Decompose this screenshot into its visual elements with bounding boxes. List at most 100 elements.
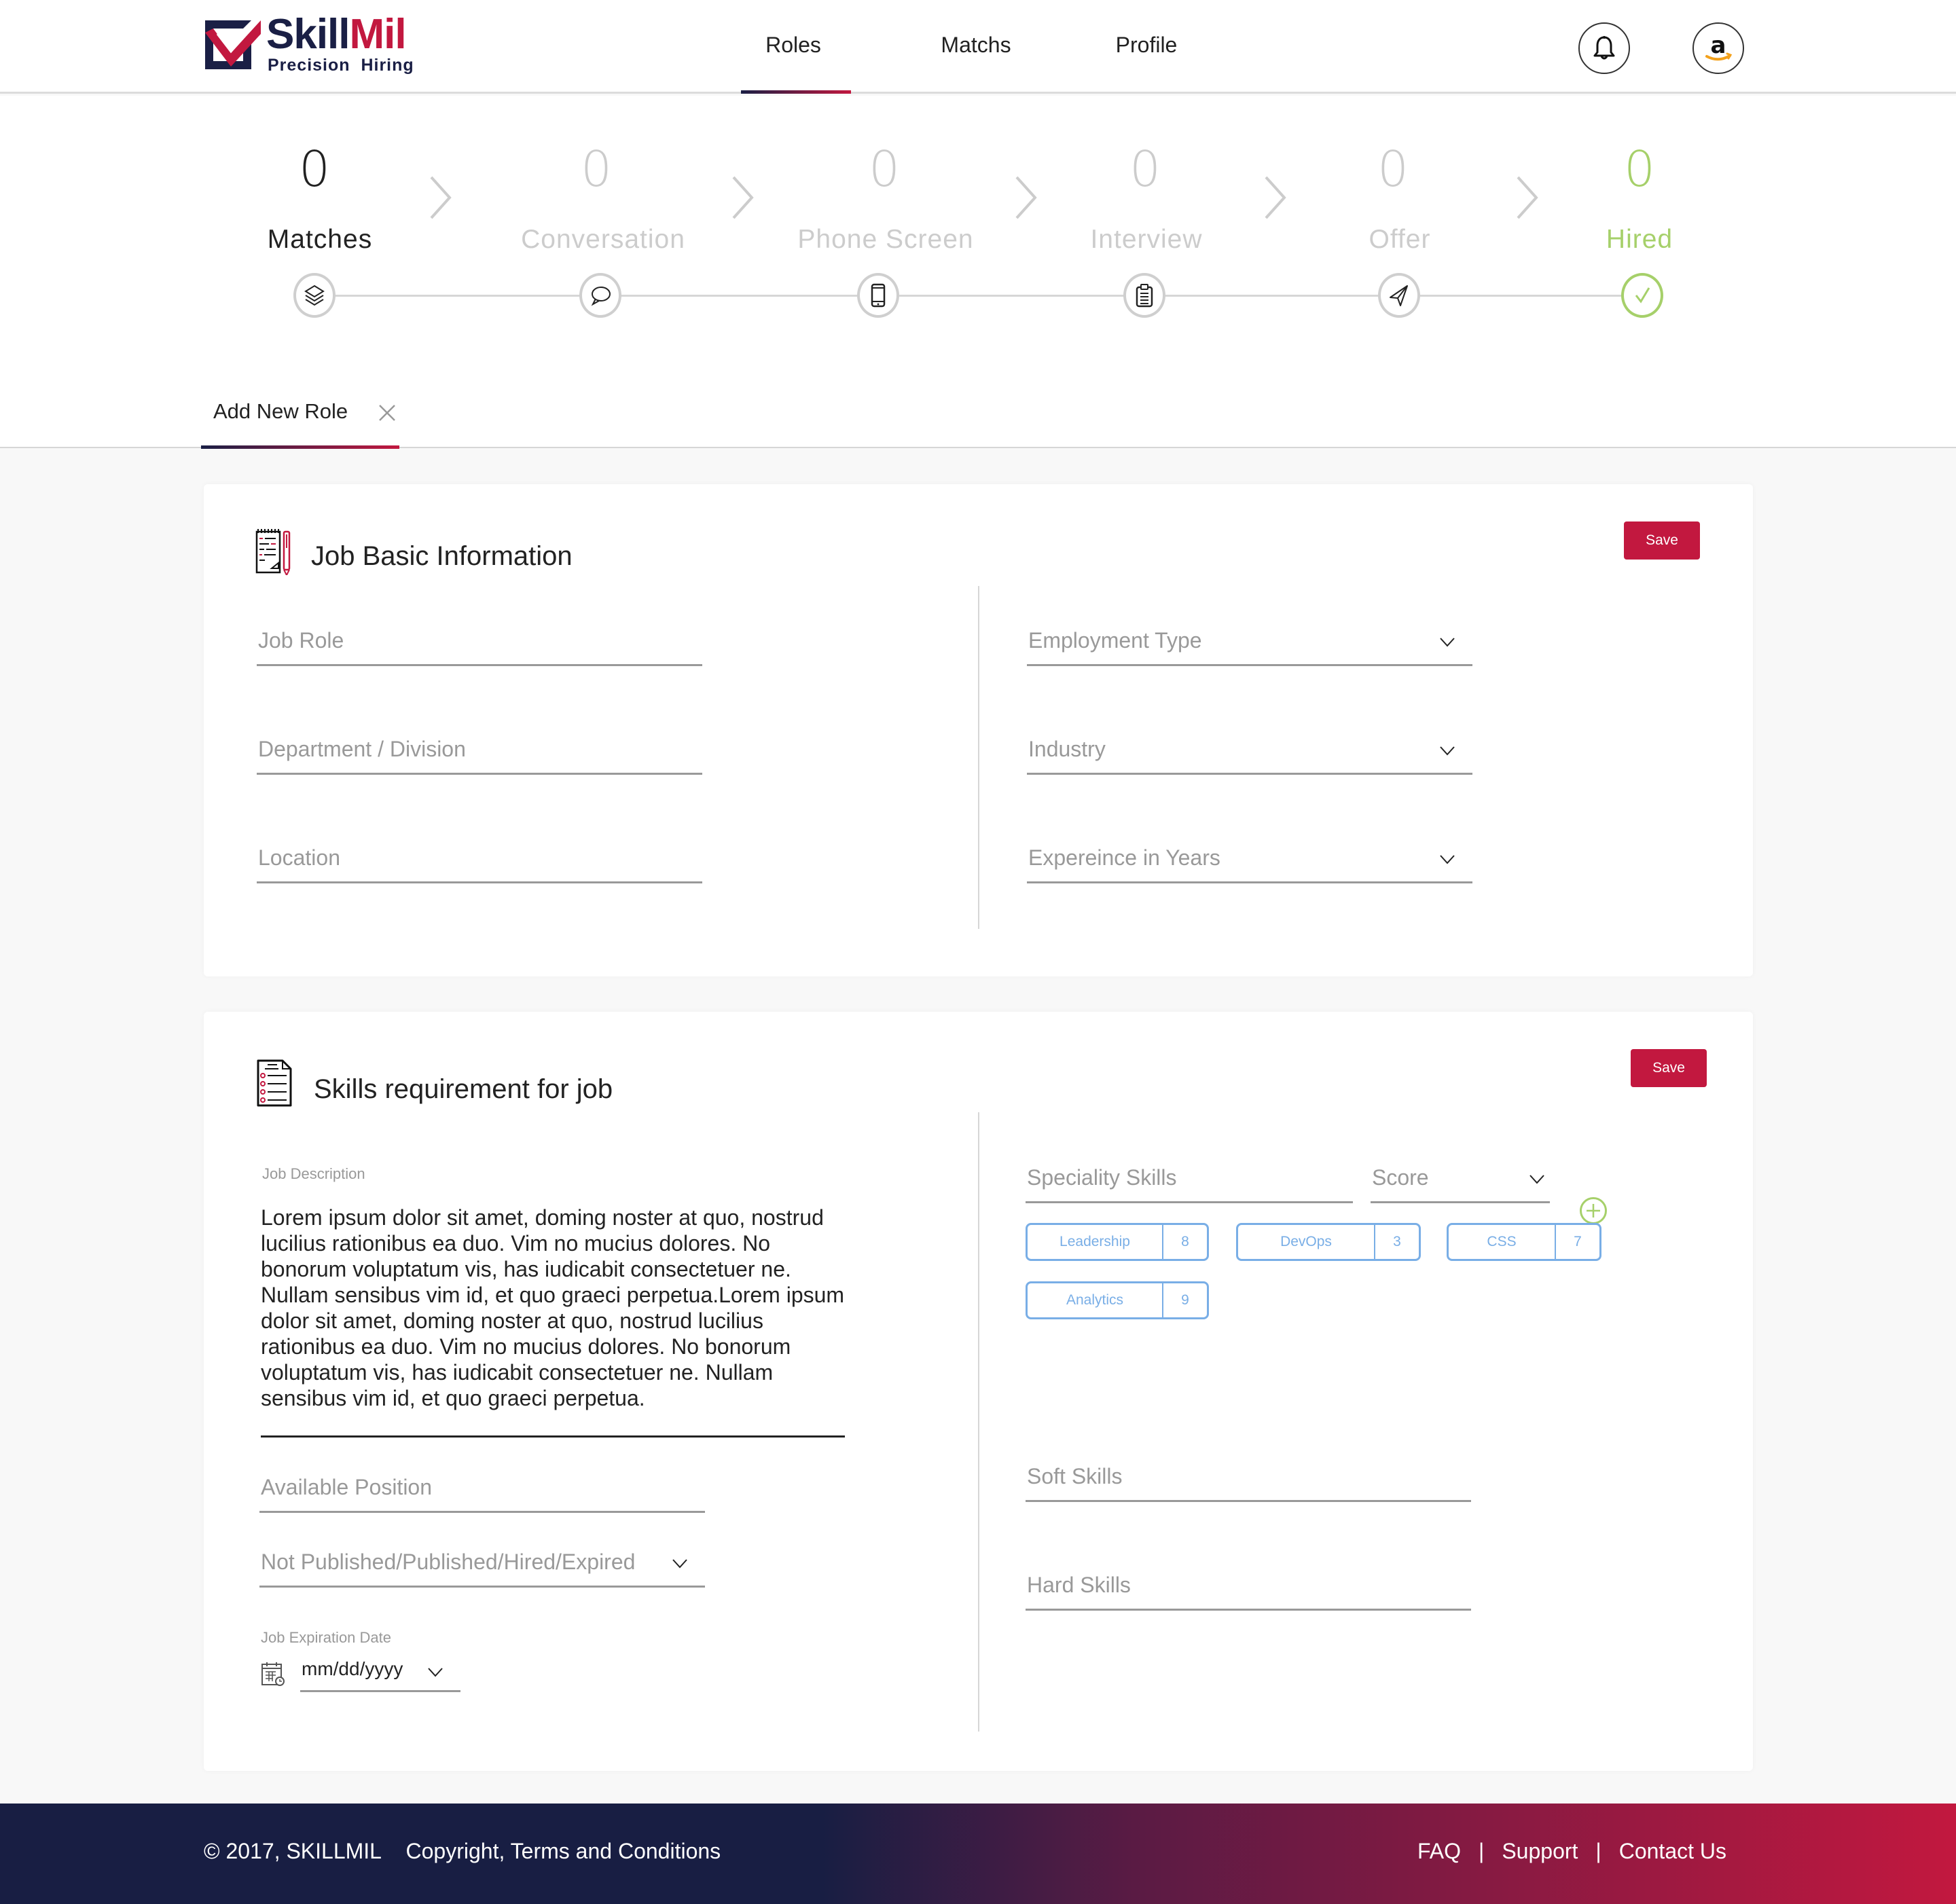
logo-word-mil: Mil <box>349 11 407 58</box>
chevron-right-icon <box>1015 176 1037 219</box>
stage-label-matches[interactable]: Matches <box>268 225 372 255</box>
soft-skills-input[interactable]: Soft Skills <box>1026 1460 1471 1502</box>
check-icon <box>1635 287 1650 304</box>
save-basic-info-button[interactable]: Save <box>1624 521 1700 560</box>
job-description-textarea[interactable]: Lorem ipsum dolor sit amet, doming noste… <box>261 1205 845 1411</box>
job-basic-info-title: Job Basic Information <box>311 541 573 571</box>
tab-active-indicator <box>201 445 399 449</box>
stage-count-matches: 0 <box>299 141 330 198</box>
stage-offer-button[interactable] <box>1378 273 1420 318</box>
bell-icon <box>1593 36 1615 60</box>
industry-placeholder: Industry <box>1028 737 1106 761</box>
available-position-input[interactable]: Available Position <box>259 1471 705 1513</box>
skill-chip[interactable]: CSS 7 <box>1447 1223 1601 1261</box>
support-link[interactable]: Support <box>1502 1839 1578 1864</box>
stage-label-phone-screen[interactable]: Phone Screen <box>797 225 973 255</box>
footer-copyright: © 2017, SKILLMIL Copyright, Terms and Co… <box>204 1839 721 1864</box>
skill-chip[interactable]: Analytics 9 <box>1026 1281 1209 1319</box>
publish-status-placeholder: Not Published/Published/Hired/Expired <box>261 1550 636 1574</box>
speciality-skills-placeholder: Speciality Skills <box>1027 1165 1177 1190</box>
expiration-date-picker[interactable]: mm/dd/yyyy <box>300 1653 460 1692</box>
footer-separator: | <box>1479 1839 1485 1863</box>
experience-years-select[interactable]: Expereince in Years <box>1027 841 1472 883</box>
nav-roles[interactable]: Roles <box>765 33 821 58</box>
add-skill-button[interactable] <box>1580 1197 1607 1224</box>
stage-count-offer: 0 <box>1377 141 1409 198</box>
department-placeholder: Department / Division <box>258 737 466 761</box>
notepad-pen-icon <box>255 529 291 575</box>
skill-chip[interactable]: DevOps 3 <box>1236 1223 1421 1261</box>
checklist-document-icon <box>257 1059 292 1107</box>
stage-label-conversation[interactable]: Conversation <box>521 225 685 255</box>
svg-text:a: a <box>1711 32 1726 59</box>
skill-chip-score: 7 <box>1574 1234 1582 1249</box>
chevron-down-icon <box>1440 855 1455 864</box>
chevron-down-icon <box>672 1559 687 1569</box>
notifications-button[interactable] <box>1578 22 1630 74</box>
layers-icon <box>304 285 325 306</box>
chevron-right-icon <box>732 176 754 219</box>
stage-label-interview[interactable]: Interview <box>1090 225 1202 255</box>
column-divider <box>978 1112 979 1732</box>
industry-select[interactable]: Industry <box>1027 733 1472 775</box>
footer: © 2017, SKILLMIL Copyright, Terms and Co… <box>0 1804 1956 1904</box>
nav-matchs[interactable]: Matchs <box>941 33 1011 58</box>
chevron-right-icon <box>1517 176 1538 219</box>
stage-hired-button[interactable] <box>1621 273 1663 318</box>
stage-matches-button[interactable] <box>293 273 336 318</box>
company-avatar-button[interactable]: a <box>1692 22 1744 74</box>
stage-phone-screen-button[interactable] <box>857 273 899 318</box>
skill-chip-name: DevOps <box>1238 1225 1375 1259</box>
tab-add-new-role[interactable]: Add New Role <box>213 399 348 424</box>
logo-wordmark: SkillMil <box>266 11 407 58</box>
experience-years-placeholder: Expereince in Years <box>1028 845 1220 870</box>
hard-skills-placeholder: Hard Skills <box>1027 1573 1131 1597</box>
nav-active-indicator <box>741 90 851 94</box>
column-divider <box>978 586 979 929</box>
contact-us-link[interactable]: Contact Us <box>1619 1839 1726 1864</box>
stage-interview-button[interactable] <box>1123 273 1165 318</box>
score-select[interactable]: Score <box>1371 1161 1550 1203</box>
stage-count-phone-screen: 0 <box>869 141 900 198</box>
stage-conversation-button[interactable] <box>579 273 621 318</box>
job-description-underline <box>261 1435 845 1438</box>
stage-label-hired[interactable]: Hired <box>1606 225 1673 255</box>
hard-skills-input[interactable]: Hard Skills <box>1026 1569 1471 1611</box>
speciality-skills-input[interactable]: Speciality Skills <box>1026 1161 1353 1203</box>
job-expiration-label: Job Expiration Date <box>261 1629 391 1646</box>
amazon-logo-icon: a <box>1705 32 1733 61</box>
stage-label-offer[interactable]: Offer <box>1369 225 1431 255</box>
faq-link[interactable]: FAQ <box>1417 1839 1461 1864</box>
logo-word-skill: Skill <box>266 11 350 58</box>
copyright-text: © 2017, SKILLMIL <box>204 1839 382 1863</box>
location-input[interactable]: Location <box>257 841 702 883</box>
department-input[interactable]: Department / Division <box>257 733 702 775</box>
score-placeholder: Score <box>1372 1165 1429 1190</box>
plus-icon <box>1587 1204 1600 1218</box>
skill-chip-score: 8 <box>1181 1234 1189 1249</box>
employment-type-select[interactable]: Employment Type <box>1027 624 1472 666</box>
skill-chip-name: CSS <box>1449 1225 1556 1259</box>
top-header: SkillMil Precision Hiring Roles Matchs P… <box>0 0 1956 94</box>
skillmil-logo[interactable]: SkillMil Precision Hiring <box>204 14 414 75</box>
chat-bubble-icon <box>591 287 611 306</box>
logo-tagline: Precision Hiring <box>268 56 414 75</box>
terms-link[interactable]: Copyright, Terms and Conditions <box>406 1839 721 1863</box>
chevron-down-icon <box>1529 1175 1544 1184</box>
skill-chip[interactable]: Leadership 8 <box>1026 1223 1209 1261</box>
skill-chip-score: 3 <box>1393 1234 1401 1249</box>
pipeline-track <box>314 295 1642 297</box>
clipboard-icon <box>1136 284 1153 308</box>
chevron-down-icon <box>428 1668 443 1677</box>
publish-status-select[interactable]: Not Published/Published/Hired/Expired <box>259 1545 705 1588</box>
hiring-pipeline: 0 Matches 0 Conversation 0 Phone Screen … <box>0 96 1956 448</box>
skills-requirement-title: Skills requirement for job <box>314 1074 613 1104</box>
close-icon[interactable] <box>378 403 397 422</box>
skills-requirement-card: Skills requirement for job Save Job Desc… <box>204 1012 1753 1771</box>
chevron-down-icon <box>1440 746 1455 756</box>
save-skills-button[interactable]: Save <box>1631 1049 1707 1087</box>
phone-icon <box>871 283 886 308</box>
employment-type-placeholder: Employment Type <box>1028 628 1202 653</box>
job-role-input[interactable]: Job Role <box>257 624 702 666</box>
nav-profile[interactable]: Profile <box>1116 33 1178 58</box>
